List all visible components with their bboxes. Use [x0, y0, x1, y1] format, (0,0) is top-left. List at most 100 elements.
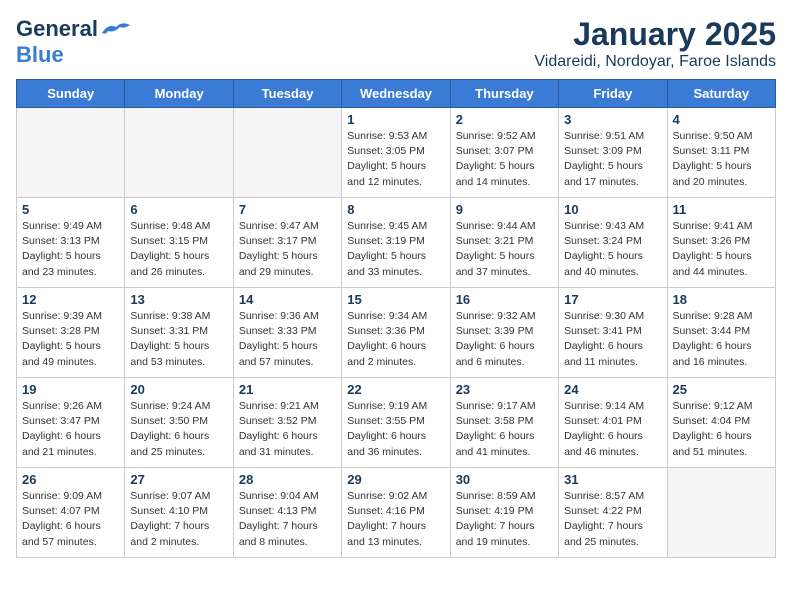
day-info: Sunrise: 9:02 AM Sunset: 4:16 PM Dayligh…	[347, 489, 444, 550]
calendar-cell: 18 Sunrise: 9:28 AM Sunset: 3:44 PM Dayli…	[667, 288, 775, 378]
week-row-3: 12Sunrise: 9:39 AM Sunset: 3:28 PM Dayli…	[17, 288, 776, 378]
calendar-cell: 16 Sunrise: 9:32 AM Sunset: 3:39 PM Dayli…	[450, 288, 558, 378]
day-number: 4	[673, 112, 770, 127]
page-title: January 2025	[534, 16, 776, 53]
day-info: Sunrise: 8:59 AM Sunset: 4:19 PM Dayligh…	[456, 489, 553, 550]
day-number: 14	[239, 292, 336, 307]
weekday-header-wednesday: Wednesday	[342, 80, 450, 108]
page-header: General Blue January 2025 Vidareidi, Nor…	[16, 16, 776, 71]
day-number: 9	[456, 202, 553, 217]
calendar-cell: 9Sunrise: 9:44 AM Sunset: 3:21 PM Daylig…	[450, 198, 558, 288]
calendar-cell	[125, 108, 233, 198]
day-info: Sunrise: 9:19 AM Sunset: 3:55 PM Dayligh…	[347, 399, 444, 460]
weekday-header-tuesday: Tuesday	[233, 80, 341, 108]
calendar-cell: 21 Sunrise: 9:21 AM Sunset: 3:52 PM Dayli…	[233, 378, 341, 468]
calendar-cell: 24 Sunrise: 9:14 AM Sunset: 4:01 PM Dayli…	[559, 378, 667, 468]
day-number: 24	[564, 382, 661, 397]
calendar-cell	[233, 108, 341, 198]
day-info: Sunrise: 9:24 AM Sunset: 3:50 PM Dayligh…	[130, 399, 227, 460]
weekday-header-thursday: Thursday	[450, 80, 558, 108]
calendar-cell: 29 Sunrise: 9:02 AM Sunset: 4:16 PM Dayli…	[342, 468, 450, 558]
day-number: 22	[347, 382, 444, 397]
calendar-cell: 30Sunrise: 8:59 AM Sunset: 4:19 PM Dayli…	[450, 468, 558, 558]
calendar-cell: 1 Sunrise: 9:53 AM Sunset: 3:05 PM Daylig…	[342, 108, 450, 198]
day-number: 2	[456, 112, 553, 127]
calendar-cell: 7Sunrise: 9:47 AM Sunset: 3:17 PM Daylig…	[233, 198, 341, 288]
day-number: 6	[130, 202, 227, 217]
day-number: 1	[347, 112, 444, 127]
calendar-cell: 12Sunrise: 9:39 AM Sunset: 3:28 PM Dayli…	[17, 288, 125, 378]
calendar-cell: 17 Sunrise: 9:30 AM Sunset: 3:41 PM Dayli…	[559, 288, 667, 378]
day-number: 12	[22, 292, 119, 307]
calendar-cell: 22 Sunrise: 9:19 AM Sunset: 3:55 PM Dayli…	[342, 378, 450, 468]
calendar-cell: 27Sunrise: 9:07 AM Sunset: 4:10 PM Dayli…	[125, 468, 233, 558]
calendar-cell: 15 Sunrise: 9:34 AM Sunset: 3:36 PM Dayli…	[342, 288, 450, 378]
calendar-cell: 2Sunrise: 9:52 AM Sunset: 3:07 PM Daylig…	[450, 108, 558, 198]
calendar-cell: 4 Sunrise: 9:50 AM Sunset: 3:11 PM Daylig…	[667, 108, 775, 198]
day-info: Sunrise: 9:30 AM Sunset: 3:41 PM Dayligh…	[564, 309, 661, 370]
day-info: Sunrise: 9:12 AM Sunset: 4:04 PM Dayligh…	[673, 399, 770, 460]
title-block: January 2025 Vidareidi, Nordoyar, Faroe …	[534, 16, 776, 71]
day-info: Sunrise: 9:28 AM Sunset: 3:44 PM Dayligh…	[673, 309, 770, 370]
day-number: 5	[22, 202, 119, 217]
day-number: 7	[239, 202, 336, 217]
day-info: Sunrise: 9:48 AM Sunset: 3:15 PM Dayligh…	[130, 219, 227, 280]
day-info: Sunrise: 9:41 AM Sunset: 3:26 PM Dayligh…	[673, 219, 770, 280]
day-number: 21	[239, 382, 336, 397]
week-row-4: 19Sunrise: 9:26 AM Sunset: 3:47 PM Dayli…	[17, 378, 776, 468]
calendar-cell: 5Sunrise: 9:49 AM Sunset: 3:13 PM Daylig…	[17, 198, 125, 288]
day-number: 11	[673, 202, 770, 217]
calendar-table: SundayMondayTuesdayWednesdayThursdayFrid…	[16, 79, 776, 558]
day-info: Sunrise: 9:51 AM Sunset: 3:09 PM Dayligh…	[564, 129, 661, 190]
calendar-cell: 19Sunrise: 9:26 AM Sunset: 3:47 PM Dayli…	[17, 378, 125, 468]
calendar-cell: 8Sunrise: 9:45 AM Sunset: 3:19 PM Daylig…	[342, 198, 450, 288]
weekday-header-sunday: Sunday	[17, 80, 125, 108]
page-subtitle: Vidareidi, Nordoyar, Faroe Islands	[534, 53, 776, 71]
day-info: Sunrise: 9:45 AM Sunset: 3:19 PM Dayligh…	[347, 219, 444, 280]
day-info: Sunrise: 9:53 AM Sunset: 3:05 PM Dayligh…	[347, 129, 444, 190]
calendar-cell: 6 Sunrise: 9:48 AM Sunset: 3:15 PM Daylig…	[125, 198, 233, 288]
logo-bird-icon	[100, 19, 132, 39]
day-number: 29	[347, 472, 444, 487]
weekday-header-row: SundayMondayTuesdayWednesdayThursdayFrid…	[17, 80, 776, 108]
logo-blue: Blue	[16, 42, 64, 67]
day-number: 15	[347, 292, 444, 307]
day-info: Sunrise: 9:21 AM Sunset: 3:52 PM Dayligh…	[239, 399, 336, 460]
day-number: 18	[673, 292, 770, 307]
weekday-header-friday: Friday	[559, 80, 667, 108]
day-number: 17	[564, 292, 661, 307]
day-number: 31	[564, 472, 661, 487]
day-info: Sunrise: 9:07 AM Sunset: 4:10 PM Dayligh…	[130, 489, 227, 550]
calendar-cell: 28Sunrise: 9:04 AM Sunset: 4:13 PM Dayli…	[233, 468, 341, 558]
calendar-cell: 14Sunrise: 9:36 AM Sunset: 3:33 PM Dayli…	[233, 288, 341, 378]
day-number: 28	[239, 472, 336, 487]
calendar-cell: 3 Sunrise: 9:51 AM Sunset: 3:09 PM Daylig…	[559, 108, 667, 198]
day-info: Sunrise: 9:50 AM Sunset: 3:11 PM Dayligh…	[673, 129, 770, 190]
calendar-cell: 31Sunrise: 8:57 AM Sunset: 4:22 PM Dayli…	[559, 468, 667, 558]
week-row-5: 26Sunrise: 9:09 AM Sunset: 4:07 PM Dayli…	[17, 468, 776, 558]
day-number: 16	[456, 292, 553, 307]
calendar-cell: 23Sunrise: 9:17 AM Sunset: 3:58 PM Dayli…	[450, 378, 558, 468]
week-row-1: 1 Sunrise: 9:53 AM Sunset: 3:05 PM Daylig…	[17, 108, 776, 198]
day-info: Sunrise: 9:38 AM Sunset: 3:31 PM Dayligh…	[130, 309, 227, 370]
calendar-cell: 20 Sunrise: 9:24 AM Sunset: 3:50 PM Dayli…	[125, 378, 233, 468]
day-number: 19	[22, 382, 119, 397]
day-info: Sunrise: 9:32 AM Sunset: 3:39 PM Dayligh…	[456, 309, 553, 370]
day-info: Sunrise: 9:34 AM Sunset: 3:36 PM Dayligh…	[347, 309, 444, 370]
day-number: 20	[130, 382, 227, 397]
day-info: Sunrise: 9:14 AM Sunset: 4:01 PM Dayligh…	[564, 399, 661, 460]
day-number: 10	[564, 202, 661, 217]
day-number: 23	[456, 382, 553, 397]
calendar-cell: 26Sunrise: 9:09 AM Sunset: 4:07 PM Dayli…	[17, 468, 125, 558]
day-number: 13	[130, 292, 227, 307]
calendar-cell: 10 Sunrise: 9:43 AM Sunset: 3:24 PM Dayli…	[559, 198, 667, 288]
day-info: Sunrise: 9:09 AM Sunset: 4:07 PM Dayligh…	[22, 489, 119, 550]
day-number: 3	[564, 112, 661, 127]
day-number: 25	[673, 382, 770, 397]
calendar-cell	[667, 468, 775, 558]
calendar-cell: 11 Sunrise: 9:41 AM Sunset: 3:26 PM Dayli…	[667, 198, 775, 288]
logo: General Blue	[16, 16, 132, 68]
weekday-header-monday: Monday	[125, 80, 233, 108]
calendar-cell: 25 Sunrise: 9:12 AM Sunset: 4:04 PM Dayli…	[667, 378, 775, 468]
day-info: Sunrise: 9:43 AM Sunset: 3:24 PM Dayligh…	[564, 219, 661, 280]
